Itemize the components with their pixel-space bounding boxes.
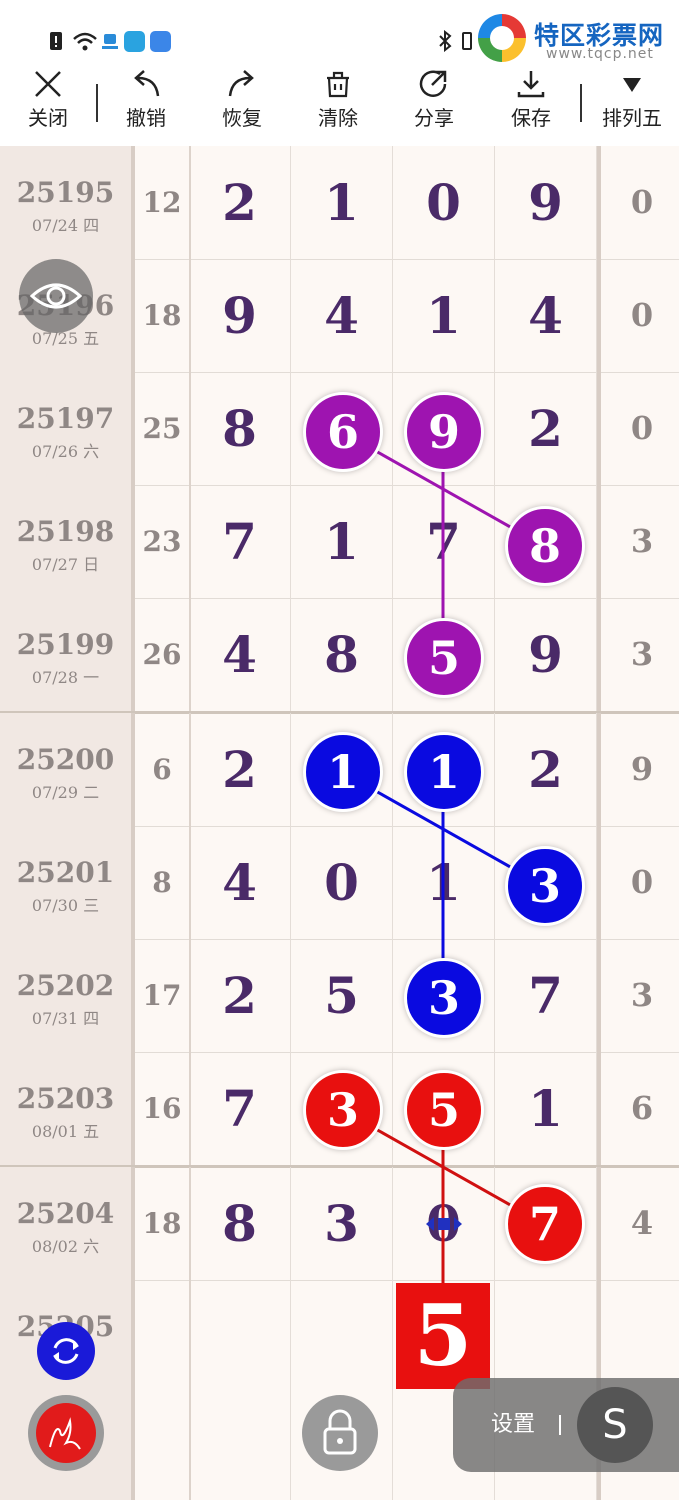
lock-button[interactable] [302,1395,378,1471]
undo-icon [134,70,160,97]
drag-handle-icon[interactable] [424,1212,464,1236]
share-icon [419,70,447,97]
close-icon [35,71,61,97]
dropdown-icon [623,78,641,92]
redo-button[interactable]: 恢复 [200,68,284,142]
lock-icon [323,1409,357,1455]
lottery-selector[interactable]: 排列五 [590,68,674,142]
trend-lines [341,430,545,1286]
blue-ball[interactable]: 1 [404,732,484,812]
vibrate-icon [462,32,472,50]
eye-toggle-button[interactable] [19,259,93,333]
share-label: 分享 [414,106,454,130]
toolbar-divider [580,84,582,122]
bluetooth-icon [439,30,452,52]
red-ball[interactable]: 3 [303,1070,383,1150]
undo-button[interactable]: 撤销 [104,68,188,142]
redo-icon [228,70,254,97]
save-label: 保存 [511,106,551,130]
red-ball[interactable]: 7 [505,1184,585,1264]
blue-ball[interactable]: 1 [303,732,383,812]
trend-grid[interactable]: 2519507/24 四 12 2 1 0 9 0 2519607/25 五 1… [0,146,679,1500]
lottery-label: 排列五 [602,106,662,130]
clear-label: 清除 [318,106,358,130]
toolbar: 关闭 撤销 恢复 清除 分享 保存 排列五 [0,62,679,146]
predicted-result[interactable]: 5 [396,1283,490,1389]
battery-alert-icon [50,32,62,50]
status-bar: 特区彩票网 www.tqcp.net [0,0,679,62]
eye-icon [29,283,83,309]
pen-icon [49,1417,81,1450]
s-button[interactable]: S [577,1387,653,1463]
brand-url: www.tqcp.net [546,46,654,62]
close-button[interactable]: 关闭 [6,68,90,142]
app-notification-icon [102,34,118,49]
blue-ball[interactable]: 3 [505,846,585,926]
close-label: 关闭 [28,106,68,130]
share-button[interactable]: 分享 [392,68,476,142]
purple-ball[interactable]: 6 [303,392,383,472]
refresh-icon [53,1338,79,1364]
settings-panel: 设置 S [453,1378,679,1472]
settings-divider [559,1415,561,1435]
blue-ball[interactable]: 3 [404,958,484,1038]
toolbar-divider [96,84,98,122]
wifi-icon [73,32,97,51]
settings-button[interactable]: 设置 [491,1378,535,1472]
save-icon [517,71,545,98]
purple-ball[interactable]: 8 [505,506,585,586]
undo-label: 撤销 [126,106,166,130]
clear-button[interactable]: 清除 [296,68,380,142]
book-app-icon [124,31,145,52]
purple-ball[interactable]: 9 [404,392,484,472]
clear-icon [327,71,349,98]
refresh-button[interactable] [37,1322,95,1380]
save-button[interactable]: 保存 [489,68,573,142]
pen-color-swatch [36,1403,96,1463]
red-ball[interactable]: 5 [404,1070,484,1150]
brand-watermark: 特区彩票网 www.tqcp.net [476,10,679,66]
purple-ball[interactable]: 5 [404,618,484,698]
redo-label: 恢复 [222,106,262,130]
mail-app-icon [150,31,171,52]
pen-tool-button[interactable] [28,1395,104,1471]
brand-logo-icon [478,14,526,62]
